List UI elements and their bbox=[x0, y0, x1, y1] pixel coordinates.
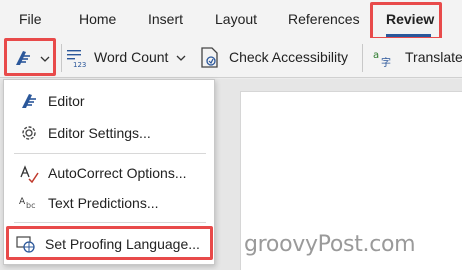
word-count-button[interactable]: Word Count bbox=[94, 49, 168, 65]
menu-item-set-proofing-language[interactable]: Set Proofing Language... bbox=[6, 226, 213, 260]
tab-home[interactable]: Home bbox=[79, 11, 116, 27]
watermark: groovyPost.com bbox=[244, 232, 416, 257]
toolbar-separator bbox=[362, 44, 363, 72]
menu-item-label: Set Proofing Language... bbox=[45, 236, 200, 252]
chevron-down-icon bbox=[176, 55, 186, 61]
accessibility-check-icon bbox=[201, 47, 218, 68]
language-globe-icon bbox=[16, 236, 35, 253]
svg-text:a: a bbox=[373, 50, 379, 61]
tab-file[interactable]: File bbox=[19, 11, 42, 27]
menu-item-text-predictions[interactable]: A bc Text Predictions... bbox=[5, 188, 213, 218]
abc-icon: A bc bbox=[19, 197, 35, 210]
editor-dropdown-menu: Editor Editor Settings... AutoCorrect Op… bbox=[3, 79, 215, 265]
ribbon-toolbar: 123 Word Count Check Accessibility a 字 T… bbox=[0, 38, 462, 78]
menu-item-autocorrect-options[interactable]: AutoCorrect Options... bbox=[5, 158, 213, 188]
menu-item-label: Editor Settings... bbox=[48, 125, 151, 141]
editor-dropdown-button[interactable] bbox=[4, 38, 56, 76]
ribbon-tabs: File Home Insert Layout References Revie… bbox=[0, 0, 462, 40]
svg-text:bc: bc bbox=[26, 201, 35, 210]
translate-icon: a 字 bbox=[373, 50, 391, 68]
menu-item-label: AutoCorrect Options... bbox=[48, 165, 187, 181]
svg-text:A: A bbox=[19, 197, 26, 207]
menu-item-label: Editor bbox=[48, 93, 85, 109]
tab-references[interactable]: References bbox=[288, 11, 360, 27]
menu-item-label: Text Predictions... bbox=[48, 195, 159, 211]
chevron-down-icon bbox=[40, 56, 50, 62]
tab-insert[interactable]: Insert bbox=[148, 11, 183, 27]
word-count-icon: 123 bbox=[67, 50, 86, 68]
toolbar-separator bbox=[61, 44, 62, 72]
editor-pen-icon bbox=[16, 51, 30, 65]
translate-button[interactable]: Translate bbox=[405, 49, 462, 65]
menu-separator bbox=[14, 222, 206, 223]
svg-text:123: 123 bbox=[73, 61, 86, 68]
gear-icon bbox=[22, 126, 36, 140]
menu-item-editor[interactable]: Editor bbox=[5, 86, 213, 116]
svg-text:字: 字 bbox=[381, 56, 391, 68]
check-accessibility-button[interactable]: Check Accessibility bbox=[229, 49, 348, 65]
tab-layout[interactable]: Layout bbox=[215, 11, 257, 27]
tab-review[interactable]: Review bbox=[370, 2, 442, 40]
menu-separator bbox=[14, 153, 206, 154]
tab-review-label: Review bbox=[386, 11, 435, 27]
autocorrect-icon bbox=[20, 165, 39, 183]
editor-pen-icon bbox=[22, 94, 36, 108]
menu-item-editor-settings[interactable]: Editor Settings... bbox=[5, 118, 213, 148]
active-tab-indicator bbox=[386, 34, 431, 37]
